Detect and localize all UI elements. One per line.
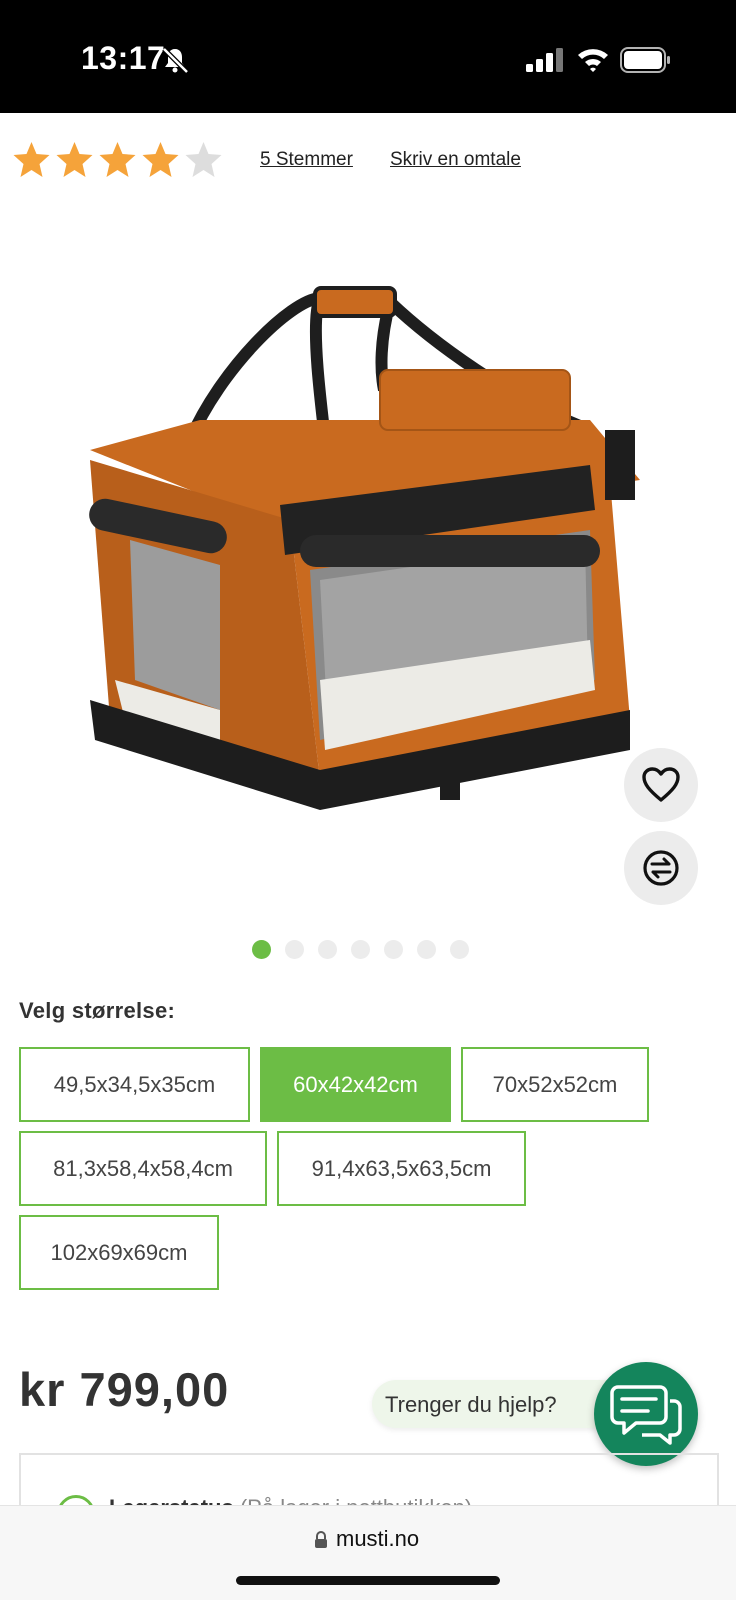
browser-address-bar[interactable] [0, 1505, 736, 1600]
lock-icon [315, 1531, 327, 1548]
write-review-link[interactable]: Skriv en omtale [390, 149, 521, 171]
size-option-selected[interactable]: 60x42x42cm [260, 1047, 451, 1122]
status-bar: 13:17 [0, 0, 736, 113]
carousel-dot[interactable] [450, 940, 469, 959]
home-indicator[interactable] [236, 1576, 500, 1585]
votes-link[interactable]: 5 Stemmer [260, 149, 353, 171]
carousel-dot[interactable] [318, 940, 337, 959]
product-price: kr 799,00 [19, 1363, 230, 1416]
carousel-dot[interactable] [351, 940, 370, 959]
star-icon [99, 142, 136, 177]
carousel-dots [252, 940, 469, 959]
carousel-dot[interactable] [417, 940, 436, 959]
battery-icon [620, 47, 670, 73]
size-option[interactable]: 70x52x52cm [461, 1047, 649, 1122]
star-rating [10, 140, 225, 180]
compare-icon [643, 850, 679, 886]
size-option[interactable]: 91,4x63,5x63,5cm [277, 1131, 526, 1206]
size-selector-label: Velg størrelse: [19, 998, 176, 1023]
carousel-dot[interactable] [384, 940, 403, 959]
bell-slash-icon [162, 47, 189, 74]
help-text[interactable]: Trenger du hjelp? [385, 1392, 557, 1418]
compare-button[interactable] [624, 831, 698, 905]
favorite-button[interactable] [624, 748, 698, 822]
stock-status-box: Lagerstatus (På lager i nettbutikken) [19, 1453, 719, 1513]
star-icon [56, 142, 93, 177]
size-option[interactable]: 102x69x69cm [19, 1215, 219, 1290]
size-option[interactable]: 49,5x34,5x35cm [19, 1047, 250, 1122]
carousel-dot[interactable] [285, 940, 304, 959]
signal-icon [526, 48, 563, 72]
star-empty-icon [185, 142, 222, 177]
chat-button[interactable] [594, 1362, 698, 1466]
heart-icon [642, 767, 680, 802]
star-icon [13, 142, 50, 177]
carousel-dot[interactable] [252, 940, 271, 959]
rating-row: 5 Stemmer Skriv en omtale [10, 140, 710, 180]
size-option[interactable]: 81,3x58,4x58,4cm [19, 1131, 267, 1206]
star-icon [142, 142, 179, 177]
product-image[interactable] [70, 280, 670, 840]
chat-icon [610, 1385, 682, 1445]
status-time: 13:17 [81, 40, 166, 76]
wifi-icon [578, 49, 608, 72]
url-text[interactable]: musti.no [336, 1526, 419, 1552]
